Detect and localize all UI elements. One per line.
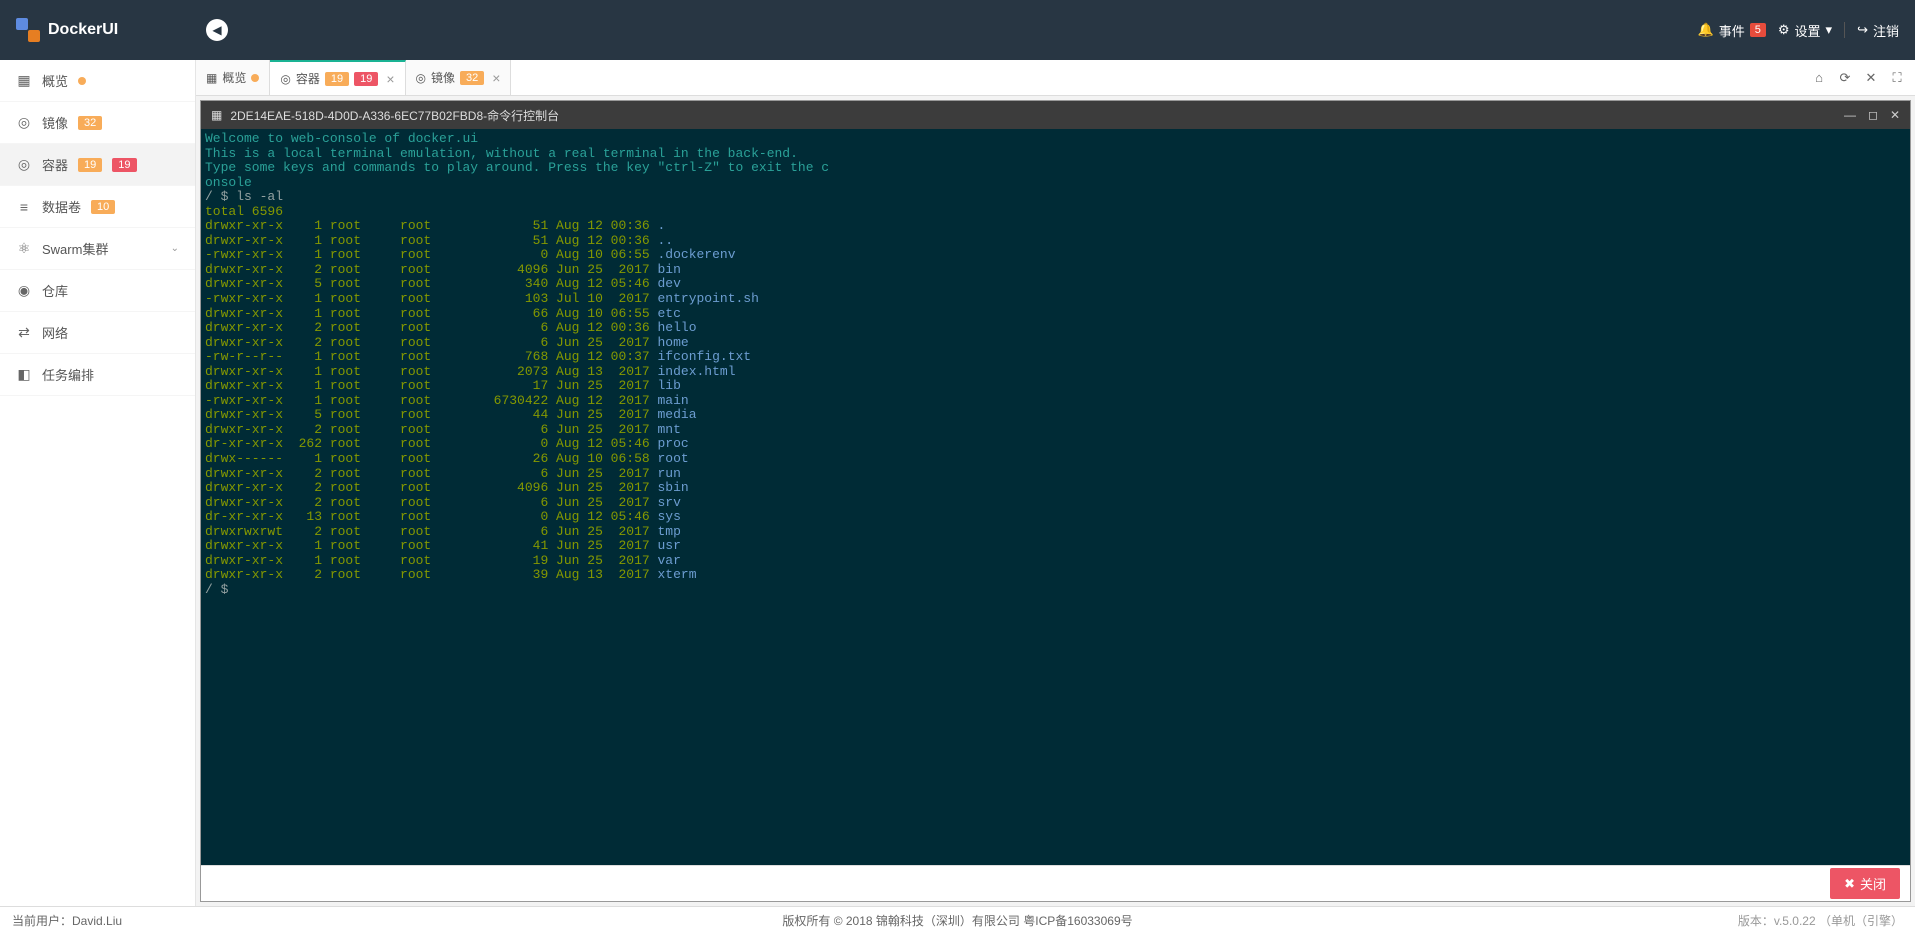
tab-icon: ▦	[206, 71, 217, 85]
sidebar-label: 任务编排	[42, 365, 94, 384]
events-button[interactable]: 🔔 事件 5	[1698, 21, 1766, 40]
logo-icon	[16, 18, 40, 42]
sidebar-label: 概览	[42, 71, 68, 90]
tab-close-button[interactable]: ✕	[1859, 66, 1883, 90]
tab-fullscreen-button[interactable]: ⛶	[1885, 66, 1909, 90]
tab-refresh-button[interactable]: ⟳	[1833, 66, 1857, 90]
logout-button[interactable]: ↪ 注销	[1857, 21, 1899, 40]
bell-icon: 🔔	[1698, 22, 1714, 38]
sidebar-item-5[interactable]: ◉ 仓库	[0, 270, 195, 312]
tab-home-button[interactable]: ⌂	[1807, 66, 1831, 90]
footer: 当前用户：David.Liu 版权所有 © 2018 锦翰科技（深圳）有限公司 …	[0, 906, 1915, 934]
tab-label: 镜像	[431, 69, 455, 86]
sidebar-label: 镜像	[42, 113, 68, 132]
badge: 32	[78, 116, 102, 130]
app-header: DockerUI ◀ 🔔 事件 5 ⚙ 设置 ▾ ↪ 注销	[0, 0, 1915, 60]
app-name: DockerUI	[48, 21, 118, 39]
badge: 19	[78, 158, 102, 172]
sidebar-item-2[interactable]: ◎ 容器 19 19	[0, 144, 195, 186]
sidebar-icon: ⇄	[16, 324, 32, 341]
badge: 32	[460, 71, 484, 85]
chevron-down-icon: ▾	[1826, 22, 1833, 38]
window-minimize-button[interactable]: —	[1844, 108, 1856, 122]
sidebar-item-6[interactable]: ⇄ 网络	[0, 312, 195, 354]
status-dot	[251, 74, 259, 82]
terminal-window: ▦ 2DE14EAE-518D-4D0D-A336-6EC77B02FBD8-命…	[200, 100, 1911, 902]
sidebar-label: 仓库	[42, 281, 68, 300]
sidebar-item-7[interactable]: ◧ 任务编排	[0, 354, 195, 396]
chevron-down-icon: ⌄	[171, 243, 179, 254]
gear-icon: ⚙	[1778, 22, 1790, 38]
window-maximize-button[interactable]: ◻	[1868, 108, 1878, 122]
terminal-titlebar[interactable]: ▦ 2DE14EAE-518D-4D0D-A336-6EC77B02FBD8-命…	[201, 101, 1910, 129]
sidebar-icon: ◧	[16, 366, 32, 383]
sidebar-icon: ≡	[16, 199, 32, 215]
events-count-badge: 5	[1750, 23, 1766, 37]
settings-button[interactable]: ⚙ 设置 ▾	[1778, 21, 1832, 40]
tab-label: 概览	[222, 69, 246, 86]
sidebar-item-3[interactable]: ≡ 数据卷 10	[0, 186, 195, 228]
tab-label: 容器	[296, 70, 320, 87]
badge: 19	[112, 158, 136, 172]
tab-1[interactable]: ◎ 容器 19 19 ×	[270, 60, 405, 95]
sidebar: ▦ 概览 ◎ 镜像 32 ◎ 容器 19 19 ≡ 数据卷 10 ⚛ Swarm集群 ⌄ ◉ 仓库 ⇄ 网络 ◧ 任务编…	[0, 60, 196, 906]
sidebar-label: 数据卷	[42, 197, 81, 216]
close-button[interactable]: ✖ 关闭	[1830, 868, 1900, 899]
tab-2[interactable]: ◎ 镜像 32 ×	[406, 60, 512, 95]
badge: 19	[354, 72, 378, 86]
settings-label: 设置	[1795, 21, 1821, 40]
logout-icon: ↪	[1857, 22, 1868, 38]
app-logo: DockerUI	[16, 18, 196, 42]
sidebar-label: 容器	[42, 155, 68, 174]
sidebar-icon: ◎	[16, 156, 32, 173]
sidebar-icon: ◉	[16, 282, 32, 299]
sidebar-item-0[interactable]: ▦ 概览	[0, 60, 195, 102]
sidebar-label: 网络	[42, 323, 68, 342]
tab-close-icon[interactable]: ×	[492, 70, 500, 86]
chevron-left-icon: ◀	[212, 23, 221, 37]
close-icon: ✖	[1844, 876, 1855, 892]
tab-0[interactable]: ▦ 概览	[196, 60, 270, 95]
tab-icon: ◎	[416, 71, 426, 85]
badge: 19	[325, 72, 349, 86]
badge: 10	[91, 200, 115, 214]
tab-icon: ◎	[280, 72, 290, 86]
sidebar-icon: ▦	[16, 72, 32, 89]
tab-close-icon[interactable]: ×	[386, 71, 394, 87]
sidebar-icon: ⚛	[16, 240, 32, 257]
copyright: 版权所有 © 2018 锦翰科技（深圳）有限公司 粤ICP备16033069号	[782, 912, 1132, 929]
events-label: 事件	[1719, 21, 1745, 40]
version-info: 版本：v.5.0.22 （单机（引擎）	[1738, 912, 1903, 929]
logout-label: 注销	[1873, 21, 1899, 40]
close-button-label: 关闭	[1860, 874, 1886, 893]
status-dot	[78, 77, 86, 85]
windows-icon: ▦	[211, 108, 222, 122]
sidebar-item-4[interactable]: ⚛ Swarm集群 ⌄	[0, 228, 195, 270]
tab-bar: ▦ 概览 ◎ 容器 19 19 × ◎ 镜像 32 × ⌂ ⟳ ✕ ⛶	[196, 60, 1915, 96]
sidebar-item-1[interactable]: ◎ 镜像 32	[0, 102, 195, 144]
terminal-title: 2DE14EAE-518D-4D0D-A336-6EC77B02FBD8-命令行…	[230, 107, 559, 124]
sidebar-toggle-button[interactable]: ◀	[206, 19, 228, 41]
sidebar-label: Swarm集群	[42, 239, 108, 258]
window-close-button[interactable]: ✕	[1890, 108, 1900, 122]
divider	[1844, 22, 1845, 38]
current-user: 当前用户：David.Liu	[12, 912, 122, 929]
terminal-output[interactable]: Welcome to web-console of docker.ui This…	[201, 129, 1910, 865]
sidebar-icon: ◎	[16, 114, 32, 131]
